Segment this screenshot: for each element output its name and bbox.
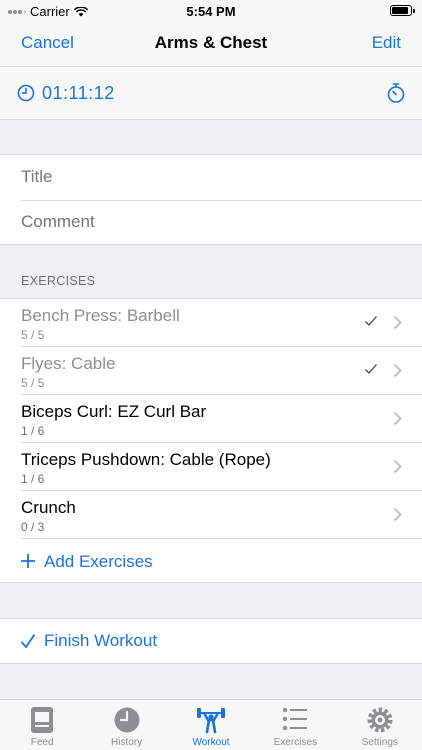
exercise-set-count: 1 / 6 <box>21 424 45 438</box>
tab-feed[interactable]: Feed <box>0 700 84 750</box>
settings-gear-icon <box>367 707 393 733</box>
navigation-bar: Cancel Arms & Chest Edit <box>0 22 422 66</box>
exercise-row[interactable]: Crunch 0 / 3 <box>0 491 422 539</box>
battery-icon <box>390 5 415 16</box>
status-bar: Carrier 5:54 PM <box>0 0 422 22</box>
exercises-list-icon <box>283 707 308 731</box>
feed-icon <box>31 707 54 733</box>
workout-timer-bar: 01:11:12 <box>0 66 422 120</box>
exercise-set-count: 5 / 5 <box>21 328 45 342</box>
finish-workout-label: Finish Workout <box>44 631 158 650</box>
tab-label: History <box>111 737 143 748</box>
history-icon <box>114 707 140 733</box>
tab-history[interactable]: History <box>84 700 168 750</box>
tab-workout[interactable]: Workout <box>169 700 253 750</box>
tab-label: Exercises <box>273 737 318 748</box>
tab-bar: Feed History Workout Exercises Settings <box>0 699 422 750</box>
exercise-set-count: 1 / 6 <box>21 472 45 486</box>
completed-check-icon <box>365 364 378 375</box>
finish-workout-button[interactable]: Finish Workout <box>0 618 422 664</box>
exercise-name: Crunch <box>21 498 76 517</box>
exercise-set-count: 5 / 5 <box>21 376 45 390</box>
exercise-name: Flyes: Cable <box>21 354 116 373</box>
exercise-row[interactable]: Biceps Curl: EZ Curl Bar 1 / 6 <box>0 395 422 443</box>
title-input[interactable] <box>21 167 401 187</box>
add-exercises-button[interactable]: Add Exercises <box>0 539 422 585</box>
workout-icon <box>197 708 226 734</box>
chevron-right-icon <box>393 507 402 522</box>
tab-label: Feed <box>30 737 54 748</box>
edit-button[interactable]: Edit <box>372 33 401 53</box>
divider <box>21 200 422 201</box>
stopwatch-icon[interactable] <box>386 82 406 104</box>
chevron-right-icon <box>393 411 402 426</box>
comment-input[interactable] <box>21 212 401 232</box>
clock-icon <box>17 84 35 102</box>
exercise-set-count: 0 / 3 <box>21 520 45 534</box>
add-exercises-label: Add Exercises <box>44 552 153 571</box>
exercise-name: Bench Press: Barbell <box>21 306 180 325</box>
tab-exercises[interactable]: Exercises <box>253 700 337 750</box>
exercises-section-header: EXERCISES <box>21 274 96 288</box>
exercise-row[interactable]: Triceps Pushdown: Cable (Rope) 1 / 6 <box>0 443 422 491</box>
elapsed-time: 01:11:12 <box>42 83 115 103</box>
page-title: Arms & Chest <box>154 33 268 52</box>
completed-check-icon <box>365 316 378 327</box>
exercise-row[interactable]: Flyes: Cable 5 / 5 <box>0 347 422 395</box>
status-time: 5:54 PM <box>186 4 236 19</box>
plus-icon <box>21 554 35 568</box>
chevron-right-icon <box>393 363 402 378</box>
chevron-right-icon <box>393 315 402 330</box>
tab-label: Settings <box>361 737 398 748</box>
workout-details-group <box>0 154 422 245</box>
exercise-name: Biceps Curl: EZ Curl Bar <box>21 402 207 421</box>
checkmark-icon <box>20 633 36 649</box>
chevron-right-icon <box>393 459 402 474</box>
exercise-row[interactable]: Bench Press: Barbell 5 / 5 <box>0 299 422 347</box>
exercises-list: Bench Press: Barbell 5 / 5 Flyes: Cable … <box>0 298 422 583</box>
exercise-name: Triceps Pushdown: Cable (Rope) <box>21 450 271 469</box>
tab-label: Workout <box>192 737 230 748</box>
tab-settings[interactable]: Settings <box>338 700 422 750</box>
